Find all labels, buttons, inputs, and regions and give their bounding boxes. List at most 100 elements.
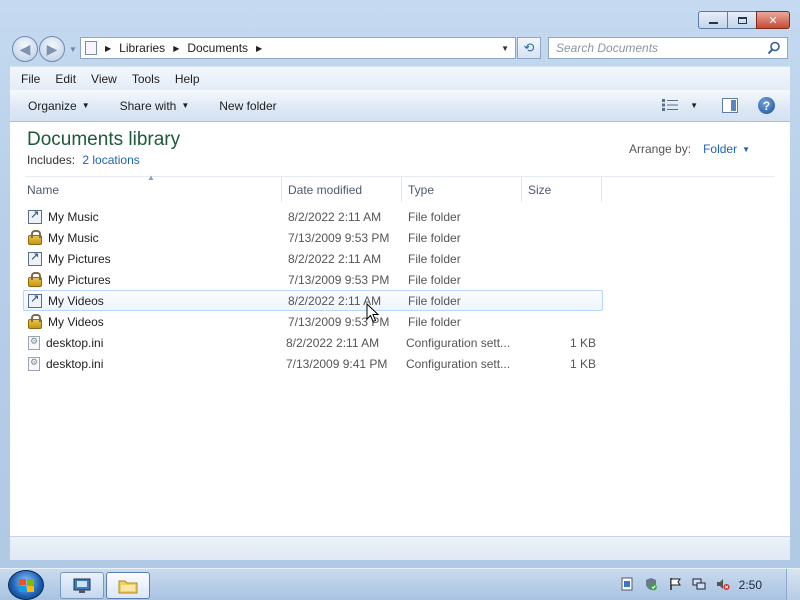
- breadcrumb-separator-icon[interactable]: ▶: [105, 44, 111, 53]
- new-folder-button[interactable]: New folder: [219, 99, 276, 113]
- back-arrow-icon: ◀: [19, 40, 31, 57]
- file-type: Configuration sett...: [406, 335, 511, 350]
- file-type: File folder: [408, 230, 461, 245]
- new-folder-label: New folder: [219, 98, 277, 113]
- file-name: My Pictures: [48, 272, 111, 287]
- column-header-name[interactable]: Name: [21, 177, 282, 202]
- document-tray-icon[interactable]: [620, 577, 634, 591]
- file-name: desktop.ini: [46, 335, 104, 350]
- share-with-button[interactable]: Share with ▼: [120, 99, 190, 113]
- change-view-button[interactable]: ▼: [662, 99, 698, 111]
- file-name: desktop.ini: [46, 356, 104, 371]
- arrange-by-dropdown[interactable]: Folder: [703, 142, 737, 156]
- preview-pane-button[interactable]: [722, 98, 738, 113]
- file-type: File folder: [408, 293, 461, 308]
- locations-link[interactable]: 2 locations: [82, 153, 139, 167]
- address-history-dropdown-icon[interactable]: ▼: [501, 44, 509, 53]
- breadcrumb-separator-icon[interactable]: ▶: [256, 44, 262, 53]
- breadcrumb-documents[interactable]: Documents: [187, 41, 248, 55]
- minimize-button[interactable]: [698, 11, 728, 29]
- library-includes: Includes: 2 locations: [27, 153, 140, 167]
- file-date-modified: 8/2/2022 2:11 AM: [288, 251, 382, 266]
- forward-button[interactable]: ▶: [39, 36, 65, 62]
- column-header-size[interactable]: Size: [522, 177, 602, 202]
- file-row[interactable]: My Videos 8/2/2022 2:11 AM File folder: [23, 290, 603, 311]
- menu-tools[interactable]: Tools: [132, 72, 160, 86]
- start-button[interactable]: [8, 570, 44, 600]
- taskbar-clock[interactable]: 2:50: [739, 578, 762, 592]
- taskbar-windows-explorer[interactable]: [106, 572, 150, 599]
- menu-file[interactable]: File: [21, 72, 40, 86]
- menu-view[interactable]: View: [91, 72, 117, 86]
- file-row[interactable]: My Videos 7/13/2009 9:53 PM File folder: [23, 311, 603, 332]
- config-file-icon: [28, 356, 40, 371]
- library-title: Documents library: [27, 129, 181, 150]
- file-name: My Music: [48, 209, 99, 224]
- close-icon: ✕: [768, 14, 778, 27]
- help-button[interactable]: ?: [758, 97, 775, 114]
- search-icon[interactable]: [767, 41, 781, 55]
- volume-muted-icon[interactable]: [716, 577, 730, 591]
- file-list: My Music8/2/2022 2:11 AMFile folderMy Mu…: [23, 206, 603, 374]
- file-row[interactable]: My Pictures 7/13/2009 9:53 PM File folder: [23, 269, 603, 290]
- chevron-down-icon: ▼: [81, 101, 90, 110]
- column-header-date[interactable]: Date modified: [282, 177, 402, 202]
- file-row[interactable]: My Music 8/2/2022 2:11 AM File folder: [23, 206, 603, 227]
- folder-shortcut-icon: [28, 292, 42, 308]
- maximize-icon: [737, 16, 747, 24]
- file-row[interactable]: desktop.ini 8/2/2022 2:11 AM Configuration…: [23, 332, 603, 353]
- organize-button[interactable]: Organize ▼: [28, 99, 90, 113]
- file-row[interactable]: My Music 7/13/2009 9:53 PM File folder: [23, 227, 603, 248]
- column-header-type[interactable]: Type: [402, 177, 522, 202]
- file-type: File folder: [408, 251, 461, 266]
- taskbar-server-manager[interactable]: [60, 572, 104, 599]
- file-list-pane: Documents library Includes: 2 locations …: [10, 122, 790, 536]
- windows-logo-icon: [18, 578, 34, 592]
- file-row[interactable]: My Pictures 8/2/2022 2:11 AM File folder: [23, 248, 603, 269]
- file-date-modified: 7/13/2009 9:53 PM: [288, 314, 390, 329]
- details-pane: [10, 536, 790, 560]
- breadcrumb-libraries[interactable]: Libraries: [119, 41, 165, 55]
- view-options-dropdown-icon[interactable]: ▼: [690, 101, 698, 110]
- search-input[interactable]: Search Documents: [548, 37, 788, 59]
- security-shield-icon[interactable]: [644, 577, 658, 591]
- help-icon: ?: [762, 98, 771, 113]
- menu-help[interactable]: Help: [175, 72, 200, 86]
- file-date-modified: 7/13/2009 9:53 PM: [288, 272, 390, 287]
- window-controls: ✕: [698, 11, 790, 29]
- file-name: My Pictures: [48, 251, 111, 266]
- file-date-modified: 8/2/2022 2:11 AM: [286, 335, 380, 350]
- file-name: My Videos: [48, 293, 104, 308]
- address-bar[interactable]: ▶ Libraries ▶ Documents ▶ ▼: [80, 37, 516, 59]
- file-type: File folder: [408, 272, 461, 287]
- chevron-down-icon[interactable]: ▼: [742, 145, 750, 154]
- taskbar: 2:50: [0, 568, 800, 600]
- action-center-flag-icon[interactable]: [668, 577, 682, 591]
- locked-folder-icon: [28, 229, 42, 245]
- file-size: 1 KB: [569, 356, 596, 371]
- breadcrumb-separator-icon[interactable]: ▶: [173, 44, 179, 53]
- menu-edit[interactable]: Edit: [55, 72, 76, 86]
- maximize-button[interactable]: [727, 11, 757, 29]
- file-date-modified: 7/13/2009 9:53 PM: [288, 230, 390, 245]
- network-icon[interactable]: [692, 577, 706, 591]
- refresh-button[interactable]: ⟲: [517, 37, 541, 59]
- file-date-modified: 7/13/2009 9:41 PM: [286, 356, 388, 371]
- file-name: My Music: [48, 230, 99, 245]
- refresh-icon: ⟲: [523, 40, 535, 55]
- folder-icon: [118, 580, 138, 593]
- back-button[interactable]: ◀: [12, 36, 38, 62]
- show-desktop-button[interactable]: [786, 569, 800, 600]
- chevron-down-icon: ▼: [181, 101, 190, 110]
- file-date-modified: 8/2/2022 2:11 AM: [288, 209, 382, 224]
- arrange-by: Arrange by: Folder ▼: [629, 142, 750, 156]
- file-row[interactable]: desktop.ini 7/13/2009 9:41 PM Configuratio…: [23, 353, 603, 374]
- file-type: File folder: [408, 209, 461, 224]
- close-button[interactable]: ✕: [756, 11, 790, 29]
- recent-pages-dropdown[interactable]: ▼: [69, 45, 77, 54]
- library-icon: [85, 41, 97, 55]
- file-name: My Videos: [48, 314, 104, 329]
- column-header-row: ▲ Name Date modified Type Size: [21, 173, 781, 202]
- server-manager-icon: [73, 578, 91, 593]
- navigation-buttons: ◀ ▶ ▼: [12, 36, 77, 62]
